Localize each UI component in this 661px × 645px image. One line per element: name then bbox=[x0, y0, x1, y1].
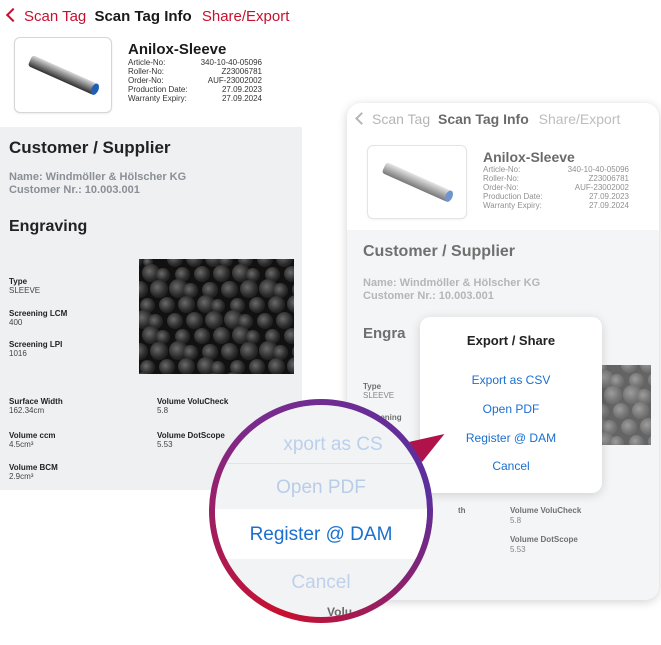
type-value: SLEEVE bbox=[9, 286, 41, 295]
engraving-cell bbox=[286, 294, 294, 314]
share-export-button[interactable]: Share/Export bbox=[202, 8, 290, 25]
nav-title: Scan Tag Info bbox=[94, 8, 192, 25]
field-production-date: Production Date: 27.09.2023 bbox=[128, 85, 262, 94]
engraving-cell bbox=[240, 342, 258, 360]
volume-ccm-label: Volume ccm bbox=[9, 431, 56, 440]
engraving-heading: Engraving bbox=[9, 218, 88, 235]
engraving-cell bbox=[286, 356, 294, 374]
chevron-left-icon bbox=[5, 7, 21, 23]
field-order: Order-No: AUF-23002002 bbox=[128, 76, 262, 85]
engraving-cell bbox=[248, 358, 266, 374]
lcm-value: 400 bbox=[9, 318, 23, 327]
lens-volu-fragment: Volu bbox=[327, 605, 353, 617]
back-button[interactable]: Scan Tag bbox=[4, 7, 86, 25]
field-article: Article-No: 340-10-40-05096 bbox=[128, 58, 262, 67]
engraving-cell bbox=[256, 312, 273, 329]
lens-export-csv-fragment: xport as CS bbox=[283, 434, 383, 455]
dotscope-value: 5.53 bbox=[157, 440, 173, 449]
volume-bcm-label: Volume BCM bbox=[9, 463, 58, 472]
engraving-cell bbox=[257, 259, 273, 267]
volucheck-value: 5.8 bbox=[157, 406, 169, 415]
engraving-cell bbox=[213, 327, 231, 345]
export-share-sheet: Export / Share Export as CSV Open PDF Re… bbox=[420, 317, 602, 493]
engraving-cell bbox=[150, 280, 168, 298]
surface-width-label: Surface Width bbox=[9, 397, 63, 406]
engraving-cell bbox=[284, 266, 294, 283]
magnifier-lens: xport as CS Open PDF Register @ DAM Canc… bbox=[215, 405, 427, 617]
export-csv-button[interactable]: Export as CSV bbox=[420, 373, 602, 387]
engraving-cell bbox=[158, 296, 176, 314]
engraving-cell bbox=[185, 311, 203, 329]
sleeve-image bbox=[28, 55, 99, 95]
lens-cancel: Cancel bbox=[291, 572, 351, 593]
engraving-image bbox=[139, 259, 294, 374]
engraving-cell bbox=[158, 358, 176, 374]
lcm-label: Screening LCM bbox=[9, 309, 68, 318]
lpi-label: Screening LPI bbox=[9, 340, 63, 349]
lens-open-pdf: Open PDF bbox=[276, 477, 366, 498]
dotscope-label: Volume DotScope bbox=[157, 431, 225, 440]
engraving-cell bbox=[267, 295, 286, 314]
sheet-title: Export / Share bbox=[466, 333, 556, 348]
lpi-value: 1016 bbox=[9, 349, 27, 358]
engraving-cell bbox=[167, 259, 183, 267]
engraving-cell bbox=[177, 295, 196, 314]
engraving-cell bbox=[248, 296, 266, 314]
engraving-cell bbox=[210, 360, 226, 374]
engraving-cell bbox=[221, 343, 238, 360]
engraving-cell bbox=[267, 357, 286, 374]
engraving-cell bbox=[139, 281, 148, 298]
open-pdf-button[interactable]: Open PDF bbox=[420, 402, 602, 416]
cancel-button[interactable]: Cancel bbox=[420, 459, 602, 473]
product-fields: Article-No: 340-10-40-05096 Roller-No: Z23… bbox=[128, 58, 262, 103]
volume-bcm-value: 2.9cm³ bbox=[9, 472, 34, 481]
engraving-cell bbox=[139, 343, 148, 360]
engraving-cell bbox=[194, 266, 211, 283]
volume-ccm-value: 4.5cm³ bbox=[9, 440, 34, 449]
engraving-cell bbox=[275, 311, 293, 329]
volucheck-label: Volume VoluCheck bbox=[157, 397, 229, 406]
surface-width-value: 162.34cm bbox=[9, 406, 45, 415]
lens-register-dam[interactable]: Register @ DAM bbox=[215, 524, 427, 546]
lens-divider bbox=[215, 463, 427, 464]
field-warranty: Warranty Expiry: 27.09.2024 bbox=[128, 94, 262, 103]
engraving-cell bbox=[221, 281, 238, 298]
engraving-cell bbox=[194, 328, 211, 345]
engraving-cell bbox=[240, 280, 258, 298]
engraving-cell bbox=[177, 357, 196, 374]
product-name: Anilox-Sleeve bbox=[128, 41, 227, 58]
engraving-cell bbox=[166, 312, 183, 329]
engraving-cell bbox=[150, 342, 168, 360]
product-thumbnail bbox=[14, 37, 112, 113]
field-roller: Roller-No: Z23006781 bbox=[128, 67, 262, 76]
nav-bar: Scan Tag Scan Tag Info Share/Export bbox=[4, 7, 290, 25]
engraving-cell bbox=[284, 328, 294, 345]
left-screen: Scan Tag Scan Tag Info Share/Export Anil… bbox=[0, 0, 302, 490]
customer-heading: Customer / Supplier bbox=[9, 138, 171, 157]
customer-name: Name: Windmöller & Hölscher KG bbox=[9, 171, 187, 183]
customer-number: Customer Nr.: 10.003.001 bbox=[9, 184, 140, 196]
type-label: Type bbox=[9, 277, 28, 286]
engraving-cell bbox=[213, 265, 231, 283]
